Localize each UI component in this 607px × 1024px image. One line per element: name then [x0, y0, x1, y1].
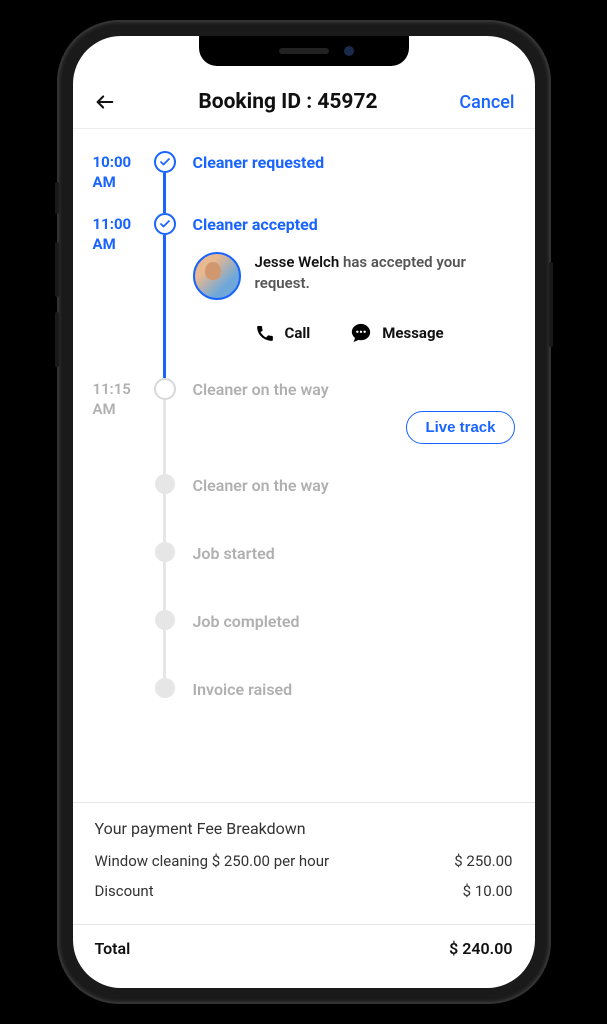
time-ampm: AM	[93, 235, 147, 255]
message-button[interactable]: Message	[350, 322, 443, 344]
volume-up	[55, 242, 59, 297]
live-track-button[interactable]: Live track	[406, 411, 514, 444]
status-dot-icon	[155, 610, 175, 630]
call-button[interactable]: Call	[255, 322, 311, 344]
timeline-step-on-the-way: 11:15 AM Cleaner on the way Live track	[93, 378, 515, 474]
back-button[interactable]	[93, 90, 117, 114]
timeline-step-requested: 10:00 AM Cleaner requested	[93, 151, 515, 213]
mute-switch	[55, 182, 59, 214]
check-icon	[154, 151, 176, 173]
step-label: Job started	[193, 542, 515, 563]
message-icon	[350, 322, 372, 344]
total-amount: $ 240.00	[449, 939, 512, 958]
phone-frame: Booking ID : 45972 Cancel 10:00 AM	[59, 22, 549, 1002]
time-hour: 10:00	[93, 153, 147, 173]
phone-icon	[255, 323, 275, 343]
notch	[199, 36, 409, 66]
step-label: Cleaner on the way	[193, 378, 515, 399]
fee-row-discount: Discount $ 10.00	[95, 882, 513, 900]
total-row: Total $ 240.00	[73, 924, 535, 988]
cleaner-name: Jesse Welch	[255, 253, 340, 271]
power-button	[549, 262, 553, 347]
header: Booking ID : 45972 Cancel	[73, 80, 535, 129]
accepted-text: Jesse Welch has accepted your request.	[255, 252, 515, 300]
arrow-left-icon	[94, 91, 116, 113]
fee-label: Window cleaning $ 250.00 per hour	[95, 852, 330, 870]
fee-row-service: Window cleaning $ 250.00 per hour $ 250.…	[95, 852, 513, 870]
timeline-step-accepted: 11:00 AM Cleaner accepted	[93, 213, 515, 378]
step-label: Cleaner requested	[193, 151, 515, 172]
time-hour: 11:00	[93, 215, 147, 235]
page-title: Booking ID : 45972	[117, 90, 460, 114]
step-label: Cleaner accepted	[193, 213, 515, 234]
step-label: Invoice raised	[193, 678, 515, 699]
time-ampm: AM	[93, 173, 147, 193]
fee-amount: $ 10.00	[463, 882, 513, 900]
avatar[interactable]	[193, 252, 241, 300]
cancel-button[interactable]: Cancel	[459, 92, 514, 113]
check-icon	[154, 213, 176, 235]
volume-down	[55, 312, 59, 367]
timeline-step-job-completed: Job completed	[93, 610, 515, 678]
status-dot-icon	[155, 542, 175, 562]
fee-amount: $ 250.00	[454, 852, 512, 870]
total-label: Total	[95, 939, 131, 958]
step-label: Cleaner on the way	[193, 474, 515, 495]
timeline-step-on-the-way-2: Cleaner on the way	[93, 474, 515, 542]
fee-label: Discount	[95, 882, 154, 900]
timeline-step-invoice-raised: Invoice raised	[93, 678, 515, 713]
fee-breakdown: Your payment Fee Breakdown Window cleani…	[73, 802, 535, 924]
status-dot-icon	[155, 474, 175, 494]
time-ampm: AM	[93, 400, 147, 420]
timeline: 10:00 AM Cleaner requested	[73, 129, 535, 802]
fee-title: Your payment Fee Breakdown	[95, 819, 513, 838]
call-label: Call	[285, 324, 311, 342]
step-label: Job completed	[193, 610, 515, 631]
timeline-step-job-started: Job started	[93, 542, 515, 610]
status-circle-icon	[154, 378, 176, 400]
status-dot-icon	[155, 678, 175, 698]
message-label: Message	[382, 324, 443, 342]
time-hour: 11:15	[93, 380, 147, 400]
